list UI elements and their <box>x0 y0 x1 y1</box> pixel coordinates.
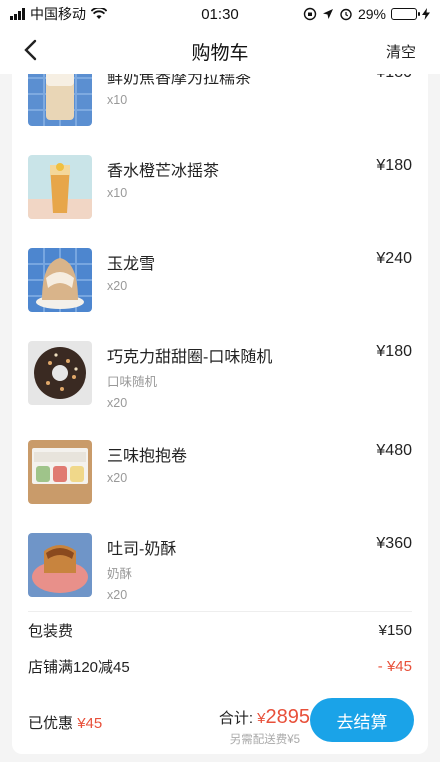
status-bar: 中国移动 01:30 29% <box>0 0 440 28</box>
orientation-lock-icon <box>303 7 317 21</box>
order-total: 合计: ¥2895 <box>219 706 310 729</box>
item-price: ¥180 <box>376 74 412 82</box>
discount-summary: 已优惠 ¥45 <box>28 712 102 733</box>
store-promo-row: 店铺满120减45 - ¥45 <box>28 651 412 681</box>
location-icon <box>322 9 333 19</box>
store-promo-value: - ¥45 <box>377 657 412 675</box>
item-name: 吐司-奶酥 <box>107 541 177 558</box>
packaging-fee-label: 包装费 <box>28 622 74 640</box>
cart-item-list: 鲜奶焦香摩为拉糯茶 x10 ¥180 香水橙芒冰摇茶 x10 ¥180 <box>12 74 428 616</box>
item-price: ¥180 <box>376 343 412 360</box>
nav-bar: 购物车 清空 <box>0 28 440 74</box>
cart-card: 鲜奶焦香摩为拉糯茶 x10 ¥180 香水橙芒冰摇茶 x10 ¥180 <box>12 74 428 754</box>
divider <box>28 611 412 612</box>
discount-value: ¥45 <box>77 715 103 732</box>
product-thumbnail <box>28 248 92 312</box>
item-spec: 奶酥 <box>107 567 133 581</box>
product-thumbnail <box>28 533 92 597</box>
status-time: 01:30 <box>201 5 239 23</box>
chevron-left-icon <box>24 39 37 61</box>
item-name: 三味抱抱卷 <box>107 448 188 465</box>
item-quantity: x10 <box>107 186 128 200</box>
cart-item[interactable]: 三味抱抱卷 x20 ¥480 <box>12 424 428 517</box>
status-left: 中国移动 <box>10 4 107 24</box>
item-name: 巧克力甜甜圈-口味随机 <box>107 349 273 366</box>
packaging-fee-row: 包装费 ¥150 <box>28 615 412 645</box>
total-currency: ¥ <box>257 710 266 727</box>
battery-icon <box>391 8 420 20</box>
page-title: 购物车 <box>191 42 249 64</box>
status-right: 29% <box>303 6 430 22</box>
back-button[interactable] <box>18 38 42 62</box>
item-name: 香水橙芒冰摇茶 <box>107 163 220 180</box>
wifi-icon <box>91 8 107 19</box>
item-price: ¥240 <box>376 250 412 267</box>
product-thumbnail <box>28 74 92 126</box>
item-price: ¥180 <box>376 157 412 174</box>
cart-item[interactable]: 吐司-奶酥 奶酥 x20 ¥360 <box>12 517 428 616</box>
packaging-fee-value: ¥150 <box>378 621 412 639</box>
checkout-button[interactable]: 去结算 <box>310 698 414 742</box>
signal-icon <box>10 8 25 20</box>
item-quantity: x10 <box>107 93 128 107</box>
product-thumbnail <box>28 155 92 219</box>
discount-label: 已优惠 <box>28 715 74 732</box>
product-thumbnail <box>28 341 92 405</box>
cart-item[interactable]: 鲜奶焦香摩为拉糯茶 x10 ¥180 <box>12 74 428 139</box>
cart-item[interactable]: 玉龙雪 x20 ¥240 <box>12 232 428 325</box>
total-label: 合计: <box>218 710 253 727</box>
item-price: ¥480 <box>376 442 412 459</box>
item-price: ¥360 <box>376 535 412 552</box>
item-spec: 口味随机 <box>107 375 158 389</box>
battery-percent: 29% <box>357 6 386 22</box>
item-quantity: x20 <box>107 471 128 485</box>
cart-item[interactable]: 巧克力甜甜圈-口味随机 口味随机 x20 ¥180 <box>12 325 428 424</box>
charging-icon <box>422 8 430 20</box>
cart-item[interactable]: 香水橙芒冰摇茶 x10 ¥180 <box>12 139 428 232</box>
item-name: 鲜奶焦香摩为拉糯茶 <box>107 74 252 87</box>
item-quantity: x20 <box>107 279 128 293</box>
checkout-bar: 已优惠 ¥45 合计: ¥2895 另需配送费¥5 去结算 <box>12 684 428 754</box>
item-quantity: x20 <box>107 588 128 602</box>
store-promo-label: 店铺满120减45 <box>28 658 130 676</box>
product-thumbnail <box>28 440 92 504</box>
delivery-fee-note: 另需配送费¥5 <box>229 734 300 746</box>
item-name: 玉龙雪 <box>107 256 156 273</box>
alarm-icon <box>340 8 352 21</box>
carrier-label: 中国移动 <box>30 6 86 22</box>
total-value: 2895 <box>265 706 311 728</box>
item-quantity: x20 <box>107 396 128 410</box>
clear-cart-button[interactable]: 清空 <box>386 41 416 62</box>
